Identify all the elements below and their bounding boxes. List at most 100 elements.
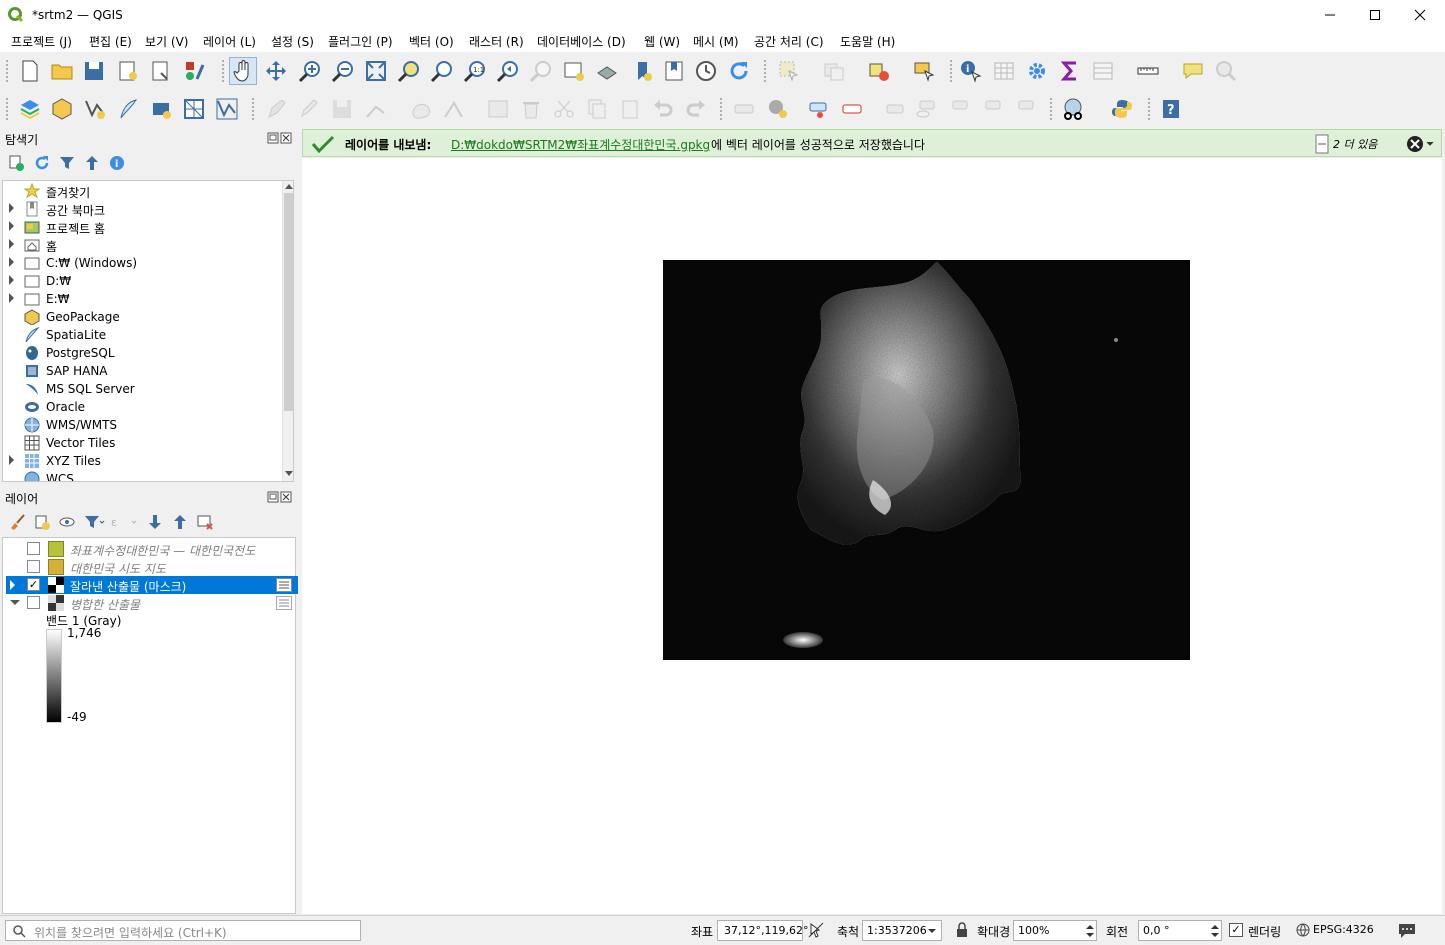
browser-tree[interactable]: 즐겨찾기 공간 북마크 프로젝트 홈 홈 C:₩ (Windows) D:₩ E:₩ GeoP… [2, 180, 294, 482]
copy-features-button[interactable] [583, 95, 611, 123]
browser-item[interactable]: WMS/WMTS [3, 416, 283, 434]
expand-arrow-icon[interactable] [9, 275, 14, 285]
undo-button[interactable] [649, 95, 677, 123]
expand-arrow-icon[interactable] [9, 455, 14, 465]
refresh-browser-button[interactable] [33, 154, 51, 172]
magnifier-spinbox[interactable]: 100% [1013, 920, 1097, 941]
browser-item[interactable]: Vector Tiles [3, 434, 283, 452]
browser-item[interactable]: 홈 [3, 236, 283, 254]
deselect-all-button[interactable] [865, 57, 893, 85]
menu-processing[interactable]: 공간 처리 (C) [754, 33, 824, 50]
collapse-all-layers-button[interactable] [171, 513, 189, 531]
layer-diagram-button[interactable] [764, 95, 792, 123]
show-hide-labels-button[interactable] [912, 95, 940, 123]
refresh-button[interactable] [725, 57, 753, 85]
locator-settings-button[interactable] [1212, 57, 1240, 85]
rotation-spinbox[interactable]: 0,0 ° [1138, 920, 1222, 941]
filter-by-expression-button[interactable]: ε [110, 513, 140, 531]
expand-all-button[interactable] [146, 513, 164, 531]
map-canvas[interactable] [302, 158, 1442, 914]
zoom-full-button[interactable] [362, 57, 390, 85]
menu-mesh[interactable]: 메시 (M) [693, 33, 739, 50]
pan-to-selection-button[interactable] [262, 57, 290, 85]
select-by-value-button[interactable] [820, 57, 848, 85]
menu-raster[interactable]: 래스터 (R) [469, 33, 524, 50]
menu-database[interactable]: 데이터베이스 (D) [537, 33, 626, 50]
crs-button[interactable] [1296, 923, 1310, 937]
layer-row-selected[interactable]: ✓ 잘라낸 산출물 (마스크) [6, 576, 298, 594]
select-features-button[interactable] [775, 57, 803, 85]
redo-button[interactable] [682, 95, 710, 123]
properties-button[interactable]: i [108, 154, 126, 172]
delete-selected-button[interactable] [517, 95, 545, 123]
messages-button[interactable] [1397, 921, 1417, 939]
menu-web[interactable]: 웹 (W) [644, 33, 680, 50]
new-shapefile-button[interactable] [81, 95, 109, 123]
layer-row[interactable]: 병합한 산출물 [6, 594, 298, 612]
message-link[interactable]: D:₩dokdo₩SRTM2₩좌표계수정대한민국.gpkg [451, 136, 710, 153]
statistical-summary-button[interactable] [1056, 57, 1084, 85]
menu-view[interactable]: 보기 (V) [145, 33, 188, 50]
layout-manager-button[interactable] [147, 57, 175, 85]
menu-edit[interactable]: 편집 (E) [89, 33, 132, 50]
menu-settings[interactable]: 설정 (S) [271, 33, 314, 50]
expand-arrow-icon[interactable] [9, 257, 14, 267]
browser-item[interactable]: D:₩ [3, 272, 283, 290]
menu-plugins[interactable]: 플러그인 (P) [328, 33, 393, 50]
zoom-out-button[interactable] [329, 57, 357, 85]
attribute-table-button[interactable] [990, 57, 1018, 85]
close-button[interactable] [1397, 0, 1443, 30]
style-manager-button[interactable] [181, 57, 209, 85]
expand-arrow-icon[interactable] [9, 203, 14, 213]
browser-item[interactable]: 프로젝트 홈 [3, 218, 283, 236]
zoom-native-button[interactable]: 1:1 [461, 57, 489, 85]
menu-layer[interactable]: 레이어 (L) [203, 33, 256, 50]
paste-features-button[interactable] [616, 95, 644, 123]
browser-item[interactable]: GeoPackage [3, 308, 283, 326]
browser-item[interactable]: C:₩ (Windows) [3, 254, 283, 272]
embedded-widget-icon[interactable] [276, 578, 292, 592]
modify-attributes-button[interactable] [484, 95, 512, 123]
data-source-manager-button[interactable] [16, 95, 44, 123]
crs-label[interactable]: EPSG:4326 [1313, 923, 1374, 936]
new-temporary-layer-button[interactable] [213, 95, 241, 123]
new-3d-map-button[interactable] [593, 57, 621, 85]
remove-layer-button[interactable] [196, 513, 214, 531]
layer-tree[interactable]: 좌표계수정대한민국 — 대한민국전도 대한민국 시도 지도 ✓ 잘라낸 산출물 … [2, 537, 298, 914]
layer-visibility-checkbox[interactable] [27, 542, 40, 555]
browser-scrollbar[interactable] [282, 181, 293, 481]
expand-arrow-icon[interactable] [9, 239, 14, 249]
help-button[interactable]: ? [1157, 95, 1185, 123]
change-label-button[interactable] [1011, 95, 1039, 123]
zoom-last-button[interactable] [494, 57, 522, 85]
scroll-thumb[interactable] [284, 193, 293, 411]
layer-visibility-checkbox[interactable] [27, 560, 40, 573]
show-bookmarks-button[interactable] [660, 57, 688, 85]
vertex-tool-button[interactable] [440, 95, 468, 123]
layer-visibility-checkbox[interactable]: ✓ [27, 578, 40, 591]
browser-item[interactable]: SAP HANA [3, 362, 283, 380]
minimize-button[interactable] [1307, 0, 1353, 30]
menu-project[interactable]: 프로젝트 (J) [11, 33, 72, 50]
map-tips-button[interactable] [1179, 57, 1207, 85]
zoom-next-button[interactable] [527, 57, 555, 85]
menu-help[interactable]: 도움말 (H) [840, 33, 895, 50]
browser-item[interactable]: WCS [3, 470, 283, 481]
filter-legend-button[interactable] [83, 513, 105, 531]
browser-item[interactable]: 즐겨찾기 [3, 182, 283, 200]
add-layer-button[interactable] [8, 154, 26, 172]
scroll-up-arrow[interactable] [285, 184, 293, 189]
new-geopackage-button[interactable] [48, 95, 76, 123]
message-more[interactable]: 2 더 있음 [1333, 136, 1377, 152]
render-checkbox[interactable]: ✓ [1229, 923, 1243, 937]
zoom-in-button[interactable] [296, 57, 324, 85]
new-print-layout-button[interactable] [114, 57, 142, 85]
save-edits-button[interactable] [328, 95, 356, 123]
new-project-button[interactable] [16, 57, 44, 85]
current-edits-button[interactable] [263, 95, 291, 123]
browser-item[interactable]: XYZ Tiles [3, 452, 283, 470]
new-virtual-layer-button[interactable] [147, 95, 175, 123]
lock-scale-button[interactable] [955, 921, 969, 939]
pan-map-button[interactable] [229, 57, 257, 85]
open-project-button[interactable] [48, 57, 76, 85]
